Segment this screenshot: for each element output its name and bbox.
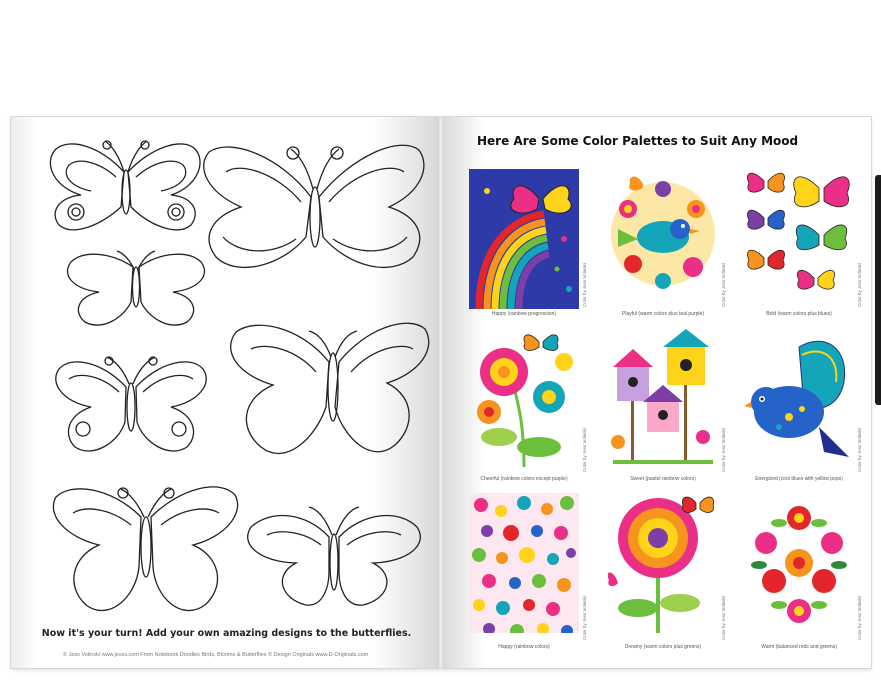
butterfly-outline-2 bbox=[203, 144, 425, 269]
palette-thumb-birdhouses bbox=[608, 327, 718, 467]
palette-credit-1: Color by Jess Volinski bbox=[582, 263, 587, 307]
palette-page-title: Here Are Some Color Palettes to Suit Any… bbox=[477, 134, 799, 148]
book-spread: Now it's your turn! Add your own amazing… bbox=[11, 117, 871, 668]
palette-thumb-butterfly-set bbox=[744, 163, 854, 303]
palette-caption-5: Sweet (pastel rainbow colors) bbox=[630, 476, 696, 482]
palette-credit-5: Color by Jess Volinski bbox=[721, 428, 726, 472]
palette-thumb-rainbow-butterfly bbox=[469, 169, 579, 309]
butterfly-outline-5 bbox=[55, 356, 207, 452]
instruction-caption: Now it's your turn! Add your own amazing… bbox=[41, 628, 412, 639]
butterfly-outlines bbox=[49, 140, 430, 612]
palette-caption-1: Happy (rainbow progression) bbox=[491, 311, 557, 317]
palette-caption-7: Happy (rainbow colors) bbox=[498, 644, 550, 650]
palette-credit-7: Color by Jess Volinski bbox=[582, 596, 587, 640]
copyright-credit: © Jess Volinski www.jessv.com From Noteb… bbox=[63, 652, 369, 658]
palette-credit-9: Color by Jess Volinski bbox=[857, 596, 862, 640]
palette-credit-6: Color by Jess Volinski bbox=[857, 428, 862, 472]
palette-credit-4: Color by Jess Volinski bbox=[582, 428, 587, 472]
palette-caption-9: Warm (balanced reds and greens) bbox=[761, 644, 837, 650]
palette-thumb-pattern-collage bbox=[469, 493, 579, 633]
side-scroll-tab[interactable] bbox=[875, 175, 881, 405]
palette-thumb-flower-bouquet bbox=[469, 327, 579, 467]
butterfly-outline-3 bbox=[66, 250, 206, 326]
palette-thumb-blue-bird bbox=[744, 327, 854, 467]
palette-caption-3: Bold (warm colors plus blues) bbox=[766, 311, 832, 317]
palette-caption-4: Cheerful (rainbow colors except purple) bbox=[480, 476, 568, 482]
palette-credit-3: Color by Jess Volinski bbox=[857, 263, 862, 307]
palette-thumb-big-flower bbox=[608, 493, 718, 633]
palette-caption-8: Dreamy (warm colors plus greens) bbox=[624, 644, 702, 650]
left-page: Now it's your turn! Add your own amazing… bbox=[11, 117, 442, 668]
palette-thumb-bird-wreath bbox=[608, 169, 718, 309]
butterfly-outline-7 bbox=[247, 506, 421, 606]
butterfly-outline-4 bbox=[230, 322, 430, 454]
right-page: Here Are Some Color Palettes to Suit Any… bbox=[442, 117, 871, 668]
palette-caption-2: Playful (warm colors plus teal purple) bbox=[622, 311, 704, 317]
palette-credit-2: Color by Jess Volinski bbox=[721, 263, 726, 307]
butterfly-outline-1 bbox=[49, 140, 201, 231]
palette-caption-6: Energized (cool blues with yellow pops) bbox=[755, 476, 843, 482]
butterfly-outline-6 bbox=[52, 486, 239, 612]
palette-credit-8: Color by Jess Volinski bbox=[721, 596, 726, 640]
palette-thumb-folk-floral bbox=[744, 493, 854, 633]
